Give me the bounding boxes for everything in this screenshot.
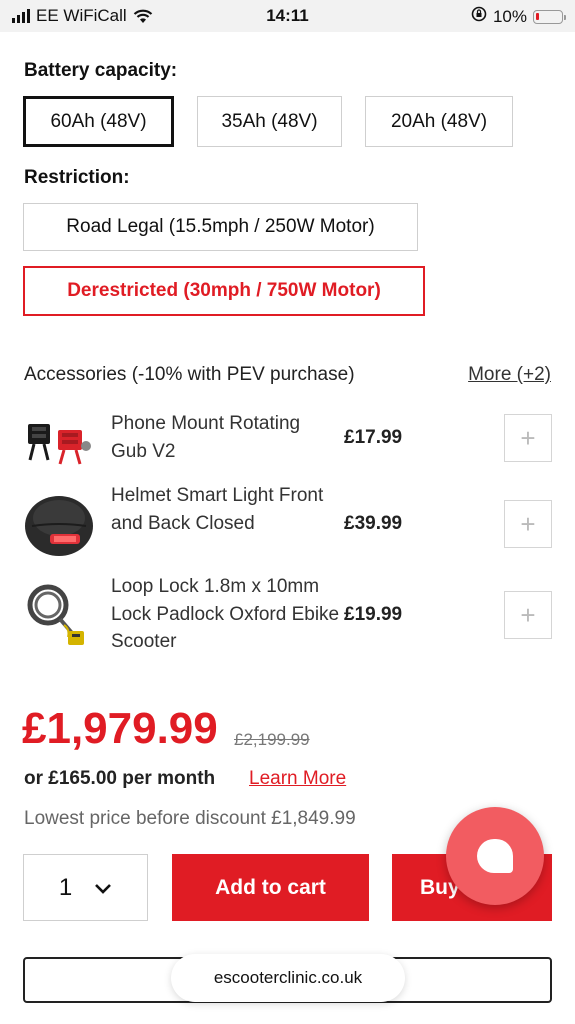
orientation-lock-icon <box>471 6 487 27</box>
more-accessories-link[interactable]: More (+2) <box>468 364 551 386</box>
restriction-option-label: Road Legal (15.5mph / 250W Motor) <box>66 216 375 237</box>
restriction-option-label: Derestricted (30mph / 750W Motor) <box>67 280 381 301</box>
lowest-price-note: Lowest price before discount £1,849.99 <box>24 808 356 829</box>
add-accessory-button[interactable]: + <box>504 591 552 639</box>
accessory-price: £19.99 <box>344 604 403 625</box>
plus-icon: + <box>520 599 536 630</box>
accessory-item: Phone Mount Rotating Gub V2 £17.99 + <box>0 410 575 470</box>
original-price: £2,199.99 <box>234 730 310 749</box>
plus-icon: + <box>520 508 536 539</box>
helmet-icon <box>24 488 94 563</box>
accessory-item: Loop Lock 1.8m x 10mm Lock Padlock Oxfor… <box>0 573 575 657</box>
accessory-name: Helmet Smart Light Front and Back Closed <box>111 485 324 534</box>
restriction-option-derestricted[interactable]: Derestricted (30mph / 750W Motor) <box>23 266 425 316</box>
add-to-cart-button[interactable]: Add to cart <box>172 854 369 921</box>
battery-option-label: 20Ah (48V) <box>390 110 488 132</box>
battery-icon <box>533 9 566 24</box>
chat-icon <box>477 839 513 873</box>
battery-option-20ah[interactable]: 20Ah (48V) <box>365 96 513 147</box>
lock-icon <box>24 581 94 656</box>
accessory-price: £17.99 <box>344 427 403 448</box>
accessory-price: £39.99 <box>344 513 403 534</box>
battery-option-label: 60Ah (48V) <box>50 110 147 132</box>
learn-more-link[interactable]: Learn More <box>249 768 346 790</box>
plus-icon: + <box>520 422 536 453</box>
add-accessory-button[interactable]: + <box>504 414 552 462</box>
battery-capacity-label: Battery capacity: <box>24 60 178 81</box>
monthly-price: or £165.00 per month <box>24 768 216 789</box>
quantity-select[interactable]: 1 <box>23 854 148 921</box>
phone-mount-icon <box>24 416 94 471</box>
current-price: £1,979.99 <box>22 704 218 753</box>
chat-button[interactable] <box>446 807 544 905</box>
restriction-label: Restriction: <box>24 167 130 188</box>
accessories-header: Accessories (-10% with PEV purchase) <box>24 364 355 385</box>
battery-option-60ah[interactable]: 60Ah (48V) <box>23 96 174 147</box>
add-to-cart-label: Add to cart <box>215 875 326 899</box>
accessory-item: Helmet Smart Light Front and Back Closed… <box>0 482 575 566</box>
battery-percent: 10% <box>492 6 527 26</box>
url-text: escooterclinic.co.uk <box>213 968 363 987</box>
chevron-down-icon <box>94 874 112 902</box>
add-accessory-button[interactable]: + <box>504 500 552 548</box>
accessory-name: Loop Lock 1.8m x 10mm Lock Padlock Oxfor… <box>111 576 340 652</box>
status-bar: EE WiFiCall 14:11 10% <box>0 0 575 32</box>
restriction-option-road-legal[interactable]: Road Legal (15.5mph / 250W Motor) <box>23 203 418 251</box>
battery-option-label: 35Ah (48V) <box>221 110 318 132</box>
status-right: 10% <box>471 6 566 27</box>
browser-url-bar[interactable]: escooterclinic.co.uk <box>171 954 405 1002</box>
quantity-value: 1 <box>58 873 73 901</box>
accessory-name: Phone Mount Rotating Gub V2 <box>111 413 301 462</box>
battery-option-35ah[interactable]: 35Ah (48V) <box>197 96 342 147</box>
